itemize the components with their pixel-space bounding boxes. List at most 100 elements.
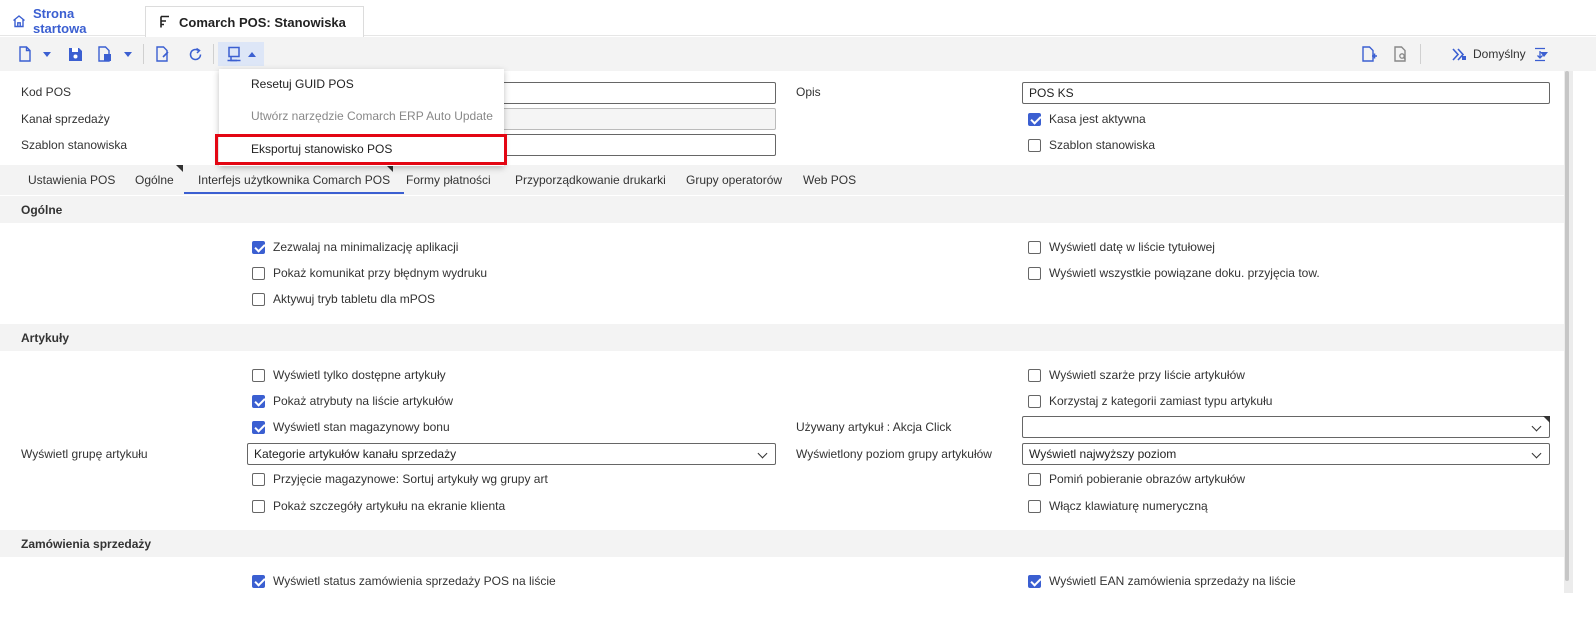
checkbox-label: Wyświetl wszystkie powiązane doku. przyj…: [1049, 266, 1320, 280]
ogolne-left-checkbox-2[interactable]: Aktywuj tryb tabletu dla mPOS: [252, 292, 435, 306]
document-save-icon: [97, 46, 113, 62]
artykuly-right-checkbox-2[interactable]: Pomiń pobieranie obrazów artykułów: [1028, 472, 1245, 486]
poziom-grupy-label: Wyświetlony poziom grupy artykułów: [796, 447, 992, 461]
ogolne-left-checkbox-0[interactable]: Zezwalaj na minimalizację aplikacji: [252, 240, 458, 254]
uzywany-artykul-select[interactable]: [1022, 416, 1550, 438]
pos-actions-button[interactable]: [218, 42, 264, 66]
opis-label: Opis: [796, 85, 821, 99]
ogolne-right-checkbox-0[interactable]: Wyświetl datę w liście tytułowej: [1028, 240, 1215, 254]
checkbox-label: Pokaż komunikat przy błędnym wydruku: [273, 266, 488, 280]
checkbox-checked-icon: [252, 394, 265, 408]
edit-document-button[interactable]: [152, 42, 174, 66]
document-tree-icon: [158, 15, 172, 29]
szablon-stanowiska-label: Szablon stanowiska: [21, 138, 128, 152]
toolbar: Domyślny: [0, 37, 1596, 71]
checkbox-unchecked-icon: [1028, 240, 1041, 254]
checkbox-label: Korzystaj z kategorii zamiast typu artyk…: [1049, 394, 1273, 408]
menu-item-resetuj-guid[interactable]: Resetuj GUID POS: [219, 69, 504, 100]
checkbox-label: Wyświetl tylko dostępne artykuły: [273, 368, 446, 382]
chevron-down-icon: [124, 51, 132, 57]
scrollbar-thumb[interactable]: [1565, 71, 1569, 581]
tab-web-pos[interactable]: Web POS: [803, 173, 856, 187]
checkbox-checked-icon: [252, 240, 265, 254]
checkbox-unchecked-icon: [1028, 138, 1041, 152]
artykuly-left-checkbox-0[interactable]: Wyświetl tylko dostępne artykuły: [252, 368, 446, 382]
new-document-button[interactable]: [14, 42, 36, 66]
save-as-button[interactable]: [94, 42, 116, 66]
opis-input[interactable]: POS KS: [1022, 82, 1550, 104]
section-artykuly-title: Artykuły: [21, 331, 70, 345]
checkbox-unchecked-icon: [252, 266, 265, 280]
tab-home[interactable]: Strona startowa: [0, 6, 143, 36]
zamowienia-left-checkbox-0[interactable]: Wyświetl status zamówienia sprzedaży POS…: [252, 574, 556, 588]
ogolne-left-checkbox-1[interactable]: Pokaż komunikat przy błędnym wydruku: [252, 266, 487, 280]
checkbox-unchecked-icon: [252, 368, 265, 382]
checkbox-unchecked-icon: [1028, 368, 1041, 382]
artykuly-left-checkbox-4[interactable]: Pokaż szczegóły artykułu na ekranie klie…: [252, 499, 505, 513]
checkbox-label: Pomiń pobieranie obrazów artykułów: [1049, 472, 1246, 486]
checkbox-label: Pokaż atrybuty na liście artykułów: [273, 394, 454, 408]
checkbox-checked-icon: [252, 420, 265, 434]
checkbox-checked-icon: [252, 574, 265, 588]
artykuly-left-checkbox-3[interactable]: Przyjęcie magazynowe: Sortuj artykuły wg…: [252, 472, 548, 486]
checkbox-label: Wyświetl datę w liście tytułowej: [1049, 240, 1215, 254]
view-profile-label: Domyślny: [1473, 47, 1526, 61]
poziom-grupy-select[interactable]: Wyświetl najwyższy poziom: [1022, 443, 1550, 465]
checkbox-label: Aktywuj tryb tabletu dla mPOS: [273, 292, 436, 306]
tab-formy-platnosci[interactable]: Formy płatności: [406, 173, 491, 187]
toolbar-divider: [213, 44, 214, 64]
checkbox-unchecked-icon: [1028, 394, 1041, 408]
artykuly-left-checkbox-2[interactable]: Wyświetl stan magazynowy bonu: [252, 420, 450, 434]
uzywany-artykul-label: Używany artykuł : Akcja Click: [796, 420, 952, 434]
tab-pos-stanowiska-label: Comarch POS: Stanowiska: [179, 14, 346, 30]
section-ogolne-title: Ogólne: [21, 203, 63, 217]
checkbox-unchecked-icon: [252, 292, 265, 306]
ogolne-right-checkbox-1[interactable]: Wyświetl wszystkie powiązane doku. przyj…: [1028, 266, 1320, 280]
collapse-icon: [1534, 47, 1546, 62]
artykuly-right-checkbox-0[interactable]: Wyświetl szarże przy liście artykułów: [1028, 368, 1245, 382]
tab-ogolne[interactable]: Ogólne: [135, 173, 174, 187]
checkbox-unchecked-icon: [252, 499, 265, 513]
kasa-aktywna-checkbox[interactable]: Kasa jest aktywna: [1028, 112, 1146, 126]
checkbox-unchecked-icon: [1028, 499, 1041, 513]
szablon-stanowiska-cb-label: Szablon stanowiska: [1049, 138, 1156, 152]
grupa-artykulu-label: Wyświetl grupę artykułu: [21, 447, 148, 461]
artykuly-right-checkbox-1[interactable]: Korzystaj z kategorii zamiast typu artyk…: [1028, 394, 1272, 408]
save-dropdown[interactable]: [121, 42, 135, 66]
checkbox-checked-icon: [1028, 112, 1041, 126]
section-ogolne-header: Ogólne: [0, 196, 1564, 223]
collapse-header-button[interactable]: [1532, 42, 1548, 66]
chevron-down-icon: [43, 51, 51, 57]
checkbox-label: Włącz klawiaturę numeryczną: [1049, 499, 1208, 513]
field-corner-marker: [1543, 416, 1550, 423]
grupa-artykulu-select[interactable]: Kategorie artykułów kanału sprzedaży: [247, 443, 776, 465]
tab-ustawienia-pos[interactable]: Ustawienia POS: [28, 173, 115, 187]
add-attachment-button[interactable]: [1358, 42, 1380, 66]
checkbox-label: Zezwalaj na minimalizację aplikacji: [273, 240, 459, 254]
tab-pos-stanowiska[interactable]: Comarch POS: Stanowiska: [145, 6, 364, 37]
menu-item-eksportuj-stanowisko[interactable]: Eksportuj stanowisko POS: [215, 134, 507, 165]
top-tab-bar: Strona startowa Comarch POS: Stanowiska: [0, 0, 1596, 37]
checkbox-unchecked-icon: [1028, 472, 1041, 486]
refresh-icon: [188, 47, 203, 62]
tab-przyporzadkowanie-drukarki[interactable]: Przyporządkowanie drukarki: [515, 173, 666, 187]
preview-document-button[interactable]: [1390, 42, 1412, 66]
artykuly-left-checkbox-1[interactable]: Pokaż atrybuty na liście artykułów: [252, 394, 453, 408]
tab-interfejs-uzytkownika[interactable]: Interfejs użytkownika Comarch POS: [183, 173, 405, 194]
tab-grupy-operatorow[interactable]: Grupy operatorów: [686, 173, 782, 187]
form-tabs: Ustawienia POS Ogólne Interfejs użytkown…: [0, 165, 1564, 195]
kod-pos-label: Kod POS: [21, 85, 72, 99]
new-document-icon: [18, 46, 32, 62]
refresh-button[interactable]: [184, 42, 206, 66]
kanal-sprzedazy-label: Kanał sprzedaży: [21, 112, 110, 126]
checkbox-unchecked-icon: [1028, 266, 1041, 280]
tab-home-label: Strona startowa: [33, 6, 87, 36]
document-add-icon: [1361, 46, 1377, 62]
checkbox-label: Wyświetl EAN zamówienia sprzedaży na liś…: [1049, 574, 1296, 588]
kasa-aktywna-label: Kasa jest aktywna: [1049, 112, 1146, 126]
new-document-dropdown[interactable]: [40, 42, 54, 66]
szablon-stanowiska-checkbox[interactable]: Szablon stanowiska: [1028, 138, 1155, 152]
artykuly-right-checkbox-3[interactable]: Włącz klawiaturę numeryczną: [1028, 499, 1208, 513]
save-button[interactable]: [64, 42, 86, 66]
zamowienia-right-checkbox-0[interactable]: Wyświetl EAN zamówienia sprzedaży na liś…: [1028, 574, 1296, 588]
